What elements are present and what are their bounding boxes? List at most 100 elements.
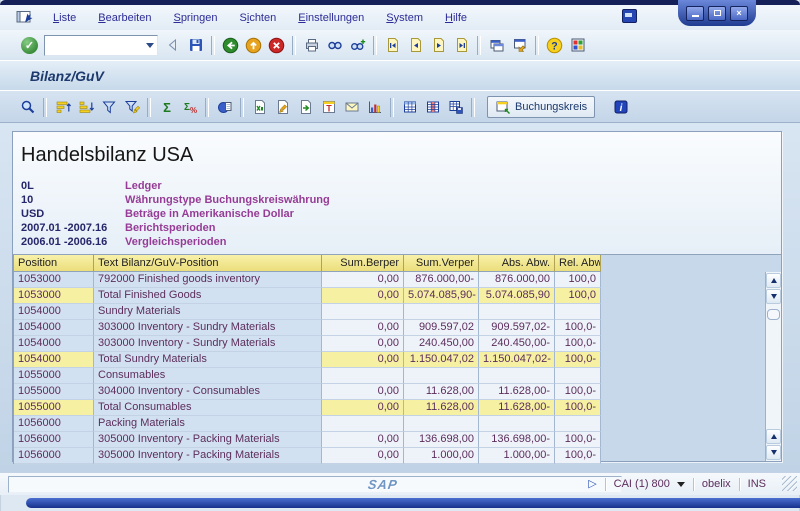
subtotal-button[interactable]: Σ %: [178, 96, 201, 119]
set-filter-button[interactable]: [120, 96, 143, 119]
close-button[interactable]: ×: [730, 6, 748, 21]
excel-export-button[interactable]: [248, 96, 271, 119]
table-row[interactable]: 1056000Packing Materials: [14, 416, 601, 432]
command-field[interactable]: [44, 35, 158, 56]
column-header[interactable]: Rel. Abw.: [555, 255, 601, 272]
sort-ascending-button[interactable]: [51, 96, 74, 119]
cell-text: Consumables: [94, 368, 322, 384]
export-file-button[interactable]: [294, 96, 317, 119]
sort-descending-button[interactable]: [74, 96, 97, 119]
back-button[interactable]: [219, 34, 242, 57]
cell-text: Sundry Materials: [94, 304, 322, 320]
status-message-field[interactable]: [8, 476, 622, 493]
status-separator: [693, 478, 694, 491]
info-description: Ledger: [125, 179, 162, 193]
column-header[interactable]: Sum.Verper: [404, 255, 479, 272]
column-header[interactable]: Abs. Abw.: [479, 255, 555, 272]
menu-system[interactable]: System: [375, 10, 434, 26]
create-shortcut-button[interactable]: [508, 34, 531, 57]
send-mail-button[interactable]: [340, 96, 363, 119]
sap-gui-window: × ListeBearbeitenSpringenSichtenEinstell…: [0, 0, 800, 511]
toolbar-separator: [390, 98, 394, 117]
detail-view-button[interactable]: [213, 96, 236, 119]
vertical-scrollbar[interactable]: [765, 272, 781, 461]
minimize-button[interactable]: [686, 6, 704, 21]
screen-menu-icon[interactable]: [16, 10, 34, 25]
word-processing-button[interactable]: [271, 96, 294, 119]
table-row[interactable]: 1054000Total Sundry Materials0,001.150.0…: [14, 352, 601, 368]
enter-button[interactable]: ✓: [18, 34, 41, 57]
command-dropdown-button[interactable]: [143, 37, 157, 54]
table-row[interactable]: 1055000304000 Inventory - Consumables0,0…: [14, 384, 601, 400]
export-arrow-icon: [298, 99, 314, 115]
print-button[interactable]: [300, 34, 323, 57]
save-layout-button[interactable]: [444, 96, 467, 119]
system-dropdown-icon[interactable]: [677, 482, 685, 487]
command-input[interactable]: [45, 38, 143, 53]
table-row[interactable]: 1054000303000 Inventory - Sundry Materia…: [14, 320, 601, 336]
scroll-down-bottom-button[interactable]: [766, 445, 781, 460]
menu-liste[interactable]: Liste: [42, 10, 87, 26]
help-question-icon: ?: [546, 37, 563, 54]
maximize-button[interactable]: [708, 6, 726, 21]
find-next-button[interactable]: [346, 34, 369, 57]
menu-sichten[interactable]: Sichten: [229, 10, 288, 26]
collapse-command-button[interactable]: [161, 34, 184, 57]
table-row[interactable]: 1055000Total Consumables0,0011.628,0011.…: [14, 400, 601, 416]
last-page-icon: [454, 37, 470, 53]
system-field[interactable]: CAI (1) 800: [614, 478, 670, 490]
cell-position: 1056000: [14, 416, 94, 432]
info-button[interactable]: i: [609, 96, 632, 119]
cancel-button[interactable]: [265, 34, 288, 57]
find-button[interactable]: [323, 34, 346, 57]
table-row[interactable]: 1056000305000 Inventory - Packing Materi…: [14, 432, 601, 448]
menu-einstellungen[interactable]: Einstellungen: [287, 10, 375, 26]
sigma-icon: Σ: [159, 99, 175, 115]
save-button[interactable]: [184, 34, 207, 57]
total-button[interactable]: Σ: [155, 96, 178, 119]
cell-value: [322, 304, 404, 320]
scroll-up-button[interactable]: [766, 273, 781, 288]
filter-button[interactable]: [97, 96, 120, 119]
insert-mode-field[interactable]: INS: [748, 478, 766, 490]
previous-page-button[interactable]: [404, 34, 427, 57]
menu-springen[interactable]: Springen: [162, 10, 228, 26]
table-row[interactable]: 1053000792000 Finished goods inventory0,…: [14, 272, 601, 288]
scroll-down-button[interactable]: [766, 289, 781, 304]
graphic-button[interactable]: [363, 96, 386, 119]
scroll-up-bottom-button[interactable]: [766, 429, 781, 444]
menu-bearbeiten[interactable]: Bearbeiten: [87, 10, 162, 26]
status-expand-icon[interactable]: ▷: [588, 479, 596, 490]
help-button[interactable]: ?: [543, 34, 566, 57]
cell-text: 792000 Finished goods inventory: [94, 272, 322, 288]
next-page-button[interactable]: [427, 34, 450, 57]
choose-detail-button[interactable]: [16, 96, 39, 119]
table-row[interactable]: 1056000305000 Inventory - Packing Materi…: [14, 448, 601, 464]
table-row[interactable]: 1054000303000 Inventory - Sundry Materia…: [14, 336, 601, 352]
grid-view-button[interactable]: [398, 96, 421, 119]
column-select-button[interactable]: [421, 96, 444, 119]
first-page-button[interactable]: [381, 34, 404, 57]
column-header[interactable]: Position: [14, 255, 94, 272]
last-page-button[interactable]: [450, 34, 473, 57]
grid-icon: [402, 99, 418, 115]
svg-text:i: i: [619, 103, 622, 114]
buchungskreis-button[interactable]: Buchungskreis: [487, 96, 595, 118]
resize-grip[interactable]: [782, 476, 797, 491]
column-header[interactable]: Sum.Berper: [322, 255, 404, 272]
next-page-icon: [431, 37, 447, 53]
table-row[interactable]: 1054000Sundry Materials: [14, 304, 601, 320]
new-session-button[interactable]: [485, 34, 508, 57]
mail-envelope-icon: [344, 99, 360, 115]
customize-layout-button[interactable]: [566, 34, 589, 57]
table-row[interactable]: 1053000Total Finished Goods0,005.074.085…: [14, 288, 601, 304]
column-header[interactable]: Text Bilanz/GuV-Position: [94, 255, 322, 272]
menu-hilfe[interactable]: Hilfe: [434, 10, 478, 26]
text-view-button[interactable]: T: [317, 96, 340, 119]
application-toolbar: Σ Σ %: [0, 90, 800, 124]
exit-button[interactable]: [242, 34, 265, 57]
cancel-x-icon: [268, 37, 285, 54]
cell-value: 136.698,00-: [479, 432, 555, 448]
table-row[interactable]: 1055000Consumables: [14, 368, 601, 384]
scrollbar-thumb[interactable]: [767, 309, 780, 320]
